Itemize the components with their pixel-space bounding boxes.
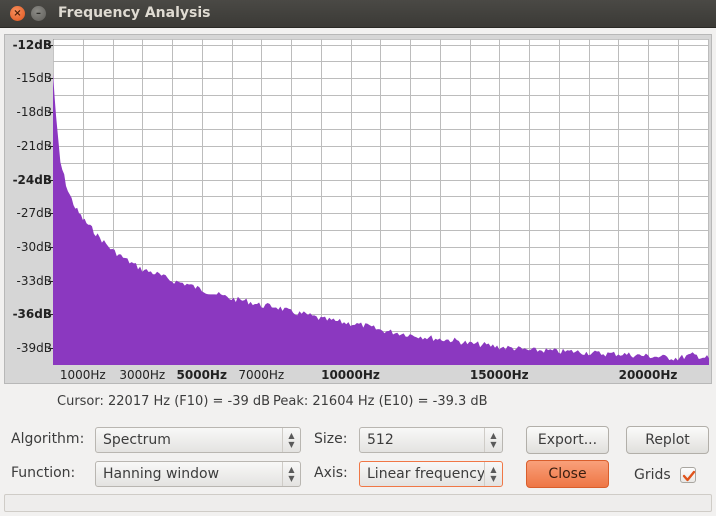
x-axis-label: 1000Hz <box>59 368 106 382</box>
algorithm-label: Algorithm: <box>11 431 85 447</box>
y-axis-tick <box>48 112 53 113</box>
size-select-value: 512 <box>367 432 394 448</box>
chevron-up-down-icon: ▲ ▼ <box>484 428 502 452</box>
replot-button[interactable]: Replot <box>626 426 709 454</box>
size-select[interactable]: 512 ▲ ▼ <box>359 427 503 453</box>
y-axis-label: -36dB <box>12 307 52 322</box>
y-axis-label: -12dB <box>12 37 52 52</box>
chevron-up-down-icon: ▲ ▼ <box>282 462 300 486</box>
window-title: Frequency Analysis <box>58 5 211 21</box>
x-axis-label: 20000Hz <box>618 368 678 382</box>
chevron-up-down-icon: ▲ ▼ <box>282 428 300 452</box>
y-axis-tick <box>48 146 53 147</box>
y-axis-label: -39dB <box>16 341 52 356</box>
y-axis-label: -30dB <box>16 239 52 254</box>
function-label: Function: <box>11 465 76 481</box>
y-axis-tick <box>48 45 53 46</box>
axis-label: Axis: <box>314 465 348 481</box>
window-minimize-button[interactable]: – <box>31 6 46 21</box>
title-bar: × – Frequency Analysis <box>0 0 716 28</box>
grids-checkbox[interactable] <box>680 467 696 483</box>
size-label: Size: <box>314 431 348 447</box>
y-axis-label: -15dB <box>16 71 52 86</box>
algorithm-select-value: Spectrum <box>103 432 171 448</box>
export-button[interactable]: Export... <box>526 426 609 454</box>
algorithm-select[interactable]: Spectrum ▲ ▼ <box>95 427 301 453</box>
x-axis-label: 5000Hz <box>176 368 227 382</box>
status-bar <box>4 494 712 512</box>
y-axis-tick <box>48 314 53 315</box>
y-axis-tick <box>48 78 53 79</box>
axis-select-value: Linear frequency <box>367 466 486 482</box>
y-axis-label: -18dB <box>16 105 52 120</box>
window-close-button[interactable]: × <box>10 6 25 21</box>
cursor-readout: Cursor: 22017 Hz (F10) = -39 dB <box>57 394 271 409</box>
y-axis-tick <box>48 348 53 349</box>
y-axis-tick <box>48 281 53 282</box>
spectrum-plot-panel[interactable]: -12dB -15dB -18dB -21dB -24dB -27dB -30dB -33dB… <box>4 34 712 384</box>
check-icon <box>682 470 696 482</box>
x-axis-label: 3000Hz <box>119 368 166 382</box>
grids-label: Grids <box>634 467 671 483</box>
y-axis-label: -27dB <box>16 206 52 221</box>
chevron-up-down-icon: ▲ ▼ <box>484 462 502 486</box>
y-axis-label: -24dB <box>12 172 52 187</box>
function-select-value: Hanning window <box>103 466 220 482</box>
peak-readout: Peak: 21604 Hz (E10) = -39.3 dB <box>273 394 488 409</box>
x-axis-label: 7000Hz <box>238 368 285 382</box>
y-axis-label: -33dB <box>16 273 52 288</box>
axis-select[interactable]: Linear frequency ▲ ▼ <box>359 461 503 487</box>
function-select[interactable]: Hanning window ▲ ▼ <box>95 461 301 487</box>
y-axis-tick <box>48 180 53 181</box>
close-button[interactable]: Close <box>526 460 609 488</box>
spectrum-plot[interactable] <box>53 39 709 365</box>
y-axis-tick <box>48 247 53 248</box>
y-axis-label: -21dB <box>16 138 52 153</box>
x-axis-label: 15000Hz <box>469 368 529 382</box>
x-axis-label: 10000Hz <box>321 368 380 382</box>
y-axis-tick <box>48 213 53 214</box>
